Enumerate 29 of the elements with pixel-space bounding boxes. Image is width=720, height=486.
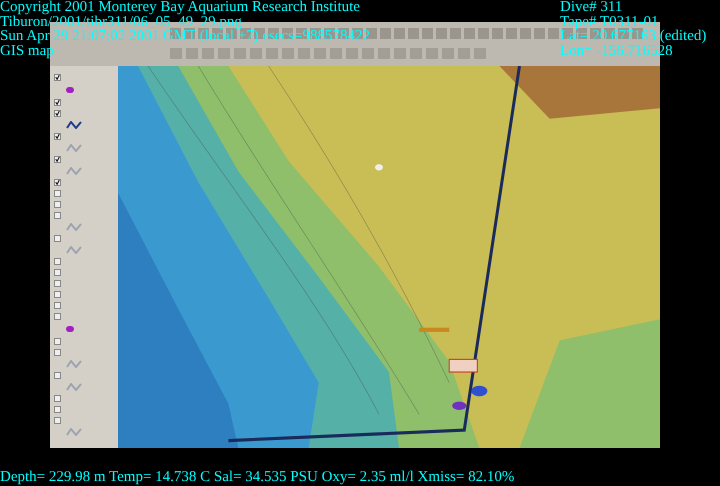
layer-checkbox[interactable] xyxy=(54,313,61,320)
layer-checkbox[interactable] xyxy=(54,269,61,276)
layer-checkbox[interactable] xyxy=(54,212,61,219)
layer-checkbox[interactable] xyxy=(54,258,61,265)
layer-checkbox[interactable] xyxy=(54,110,61,117)
layer-checkbox[interactable] xyxy=(54,74,61,81)
dot-symbol-icon xyxy=(66,87,74,93)
layer-checkbox[interactable] xyxy=(54,201,61,208)
layer-checkbox[interactable] xyxy=(54,291,61,298)
overlay-text: Lat= 20.677163 (edited) xyxy=(560,29,706,44)
overlay-text: Dive# 311 xyxy=(560,0,624,14)
layer-checkbox[interactable] xyxy=(54,133,61,140)
layer-checkbox[interactable] xyxy=(54,302,61,309)
dot-symbol-icon xyxy=(66,326,74,332)
layer-checkbox[interactable] xyxy=(54,338,61,345)
layer-checkbox[interactable] xyxy=(54,99,61,106)
sensor-readout: Depth= 229.98 m Temp= 14.738 C Sal= 34.535 PSU Oxy= 2.35 ml/l Xmiss= 82.10% xyxy=(0,470,514,485)
layer-checkbox[interactable] xyxy=(54,235,61,242)
layer-checkbox[interactable] xyxy=(54,179,61,186)
layer-checkbox[interactable] xyxy=(54,190,61,197)
layer-checkbox[interactable] xyxy=(54,406,61,413)
layer-checkbox[interactable] xyxy=(54,280,61,287)
layer-checkbox[interactable] xyxy=(54,395,61,402)
layer-checkbox[interactable] xyxy=(54,349,61,356)
layer-checkbox[interactable] xyxy=(54,417,61,424)
layer-checkbox[interactable] xyxy=(54,156,61,163)
overlay-text: Copyright 2001 Monterey Bay Aquarium Research Institute xyxy=(0,0,361,14)
layer-checkbox[interactable] xyxy=(54,372,61,379)
overlay-text: Sun Apr 29 21:07:02 2001 GMT (local +7) esecs=988578422 xyxy=(0,29,370,44)
